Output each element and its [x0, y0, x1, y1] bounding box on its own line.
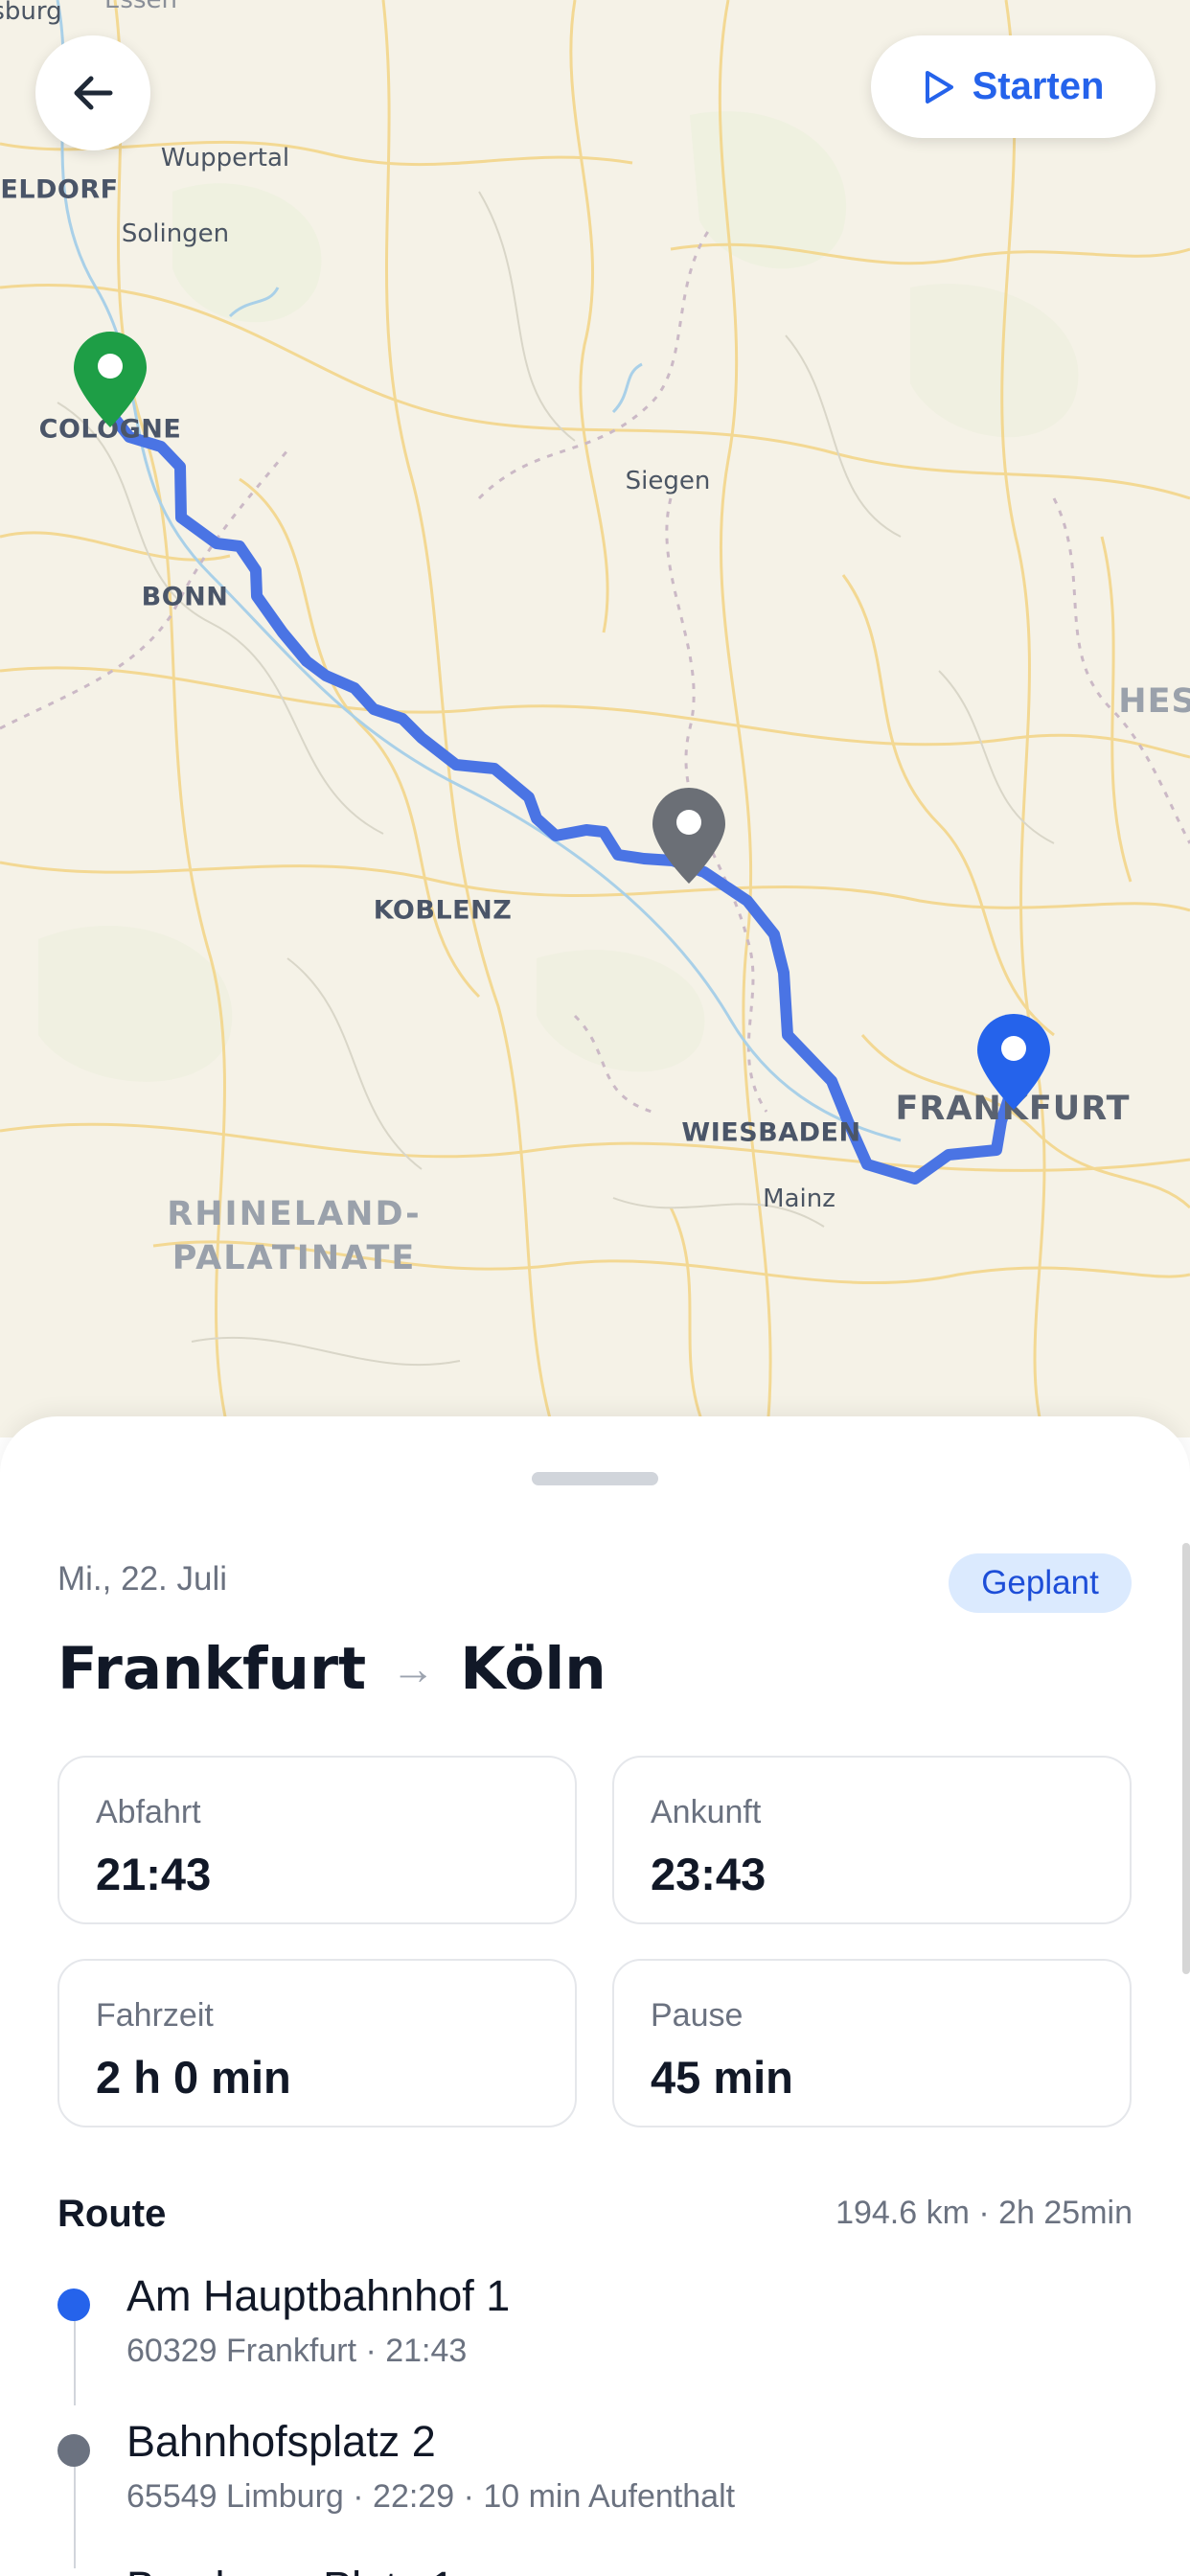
- route-line: [105, 408, 1021, 1184]
- sheet-drag-handle[interactable]: [532, 1472, 658, 1485]
- map-label-solingen: Solingen: [121, 219, 230, 248]
- map-label-hessen: HES: [1118, 682, 1190, 721]
- departure-label: Abfahrt: [96, 1794, 201, 1830]
- map-label-koblenz: KOBLENZ: [373, 895, 513, 926]
- departure-value: 21:43: [96, 1849, 212, 1899]
- duration-value: 2 h 0 min: [96, 2052, 291, 2103]
- pause-value: 45 min: [651, 2052, 793, 2103]
- map-label-rhineland-palatinate: RHINELAND- PALATINATE: [167, 1195, 422, 1277]
- arrival-label: Ankunft: [651, 1794, 762, 1830]
- start-pin-icon[interactable]: [72, 330, 149, 429]
- map-label-mainz: Mainz: [763, 1184, 835, 1213]
- trip-title: Frankfurt → Köln: [57, 1625, 606, 1712]
- duration-card: Fahrzeit 2 h 0 min: [57, 1959, 577, 2128]
- arrival-value: 23:43: [651, 1849, 767, 1899]
- route-stop-item[interactable]: Bahnhofsplatz 2 65549 Limburg · 22:29 · …: [57, 2417, 1131, 2532]
- stop-name: Bahnhofsplatz 2: [126, 2417, 436, 2466]
- stop-dot-icon: [57, 2434, 90, 2467]
- play-icon: [925, 70, 953, 104]
- stop-pin-icon[interactable]: [651, 786, 727, 886]
- start-button-label: Starten: [972, 65, 1105, 107]
- map-label-bonn: BONN: [141, 582, 229, 612]
- arrow-left-icon: [74, 76, 113, 110]
- pause-card: Pause 45 min: [612, 1959, 1132, 2128]
- scrollbar[interactable]: [1182, 1543, 1190, 1974]
- end-pin-icon[interactable]: [975, 1012, 1052, 1112]
- stop-details: 65549 Limburg · 22:29 · 10 min Aufenthal…: [126, 2478, 736, 2515]
- trip-destination: Köln: [460, 1634, 606, 1703]
- start-navigation-button[interactable]: Starten: [871, 35, 1156, 138]
- route-heading: Route: [57, 2193, 167, 2235]
- map-label-duisburg: sburg: [0, 0, 62, 26]
- map-label-essen: Essen: [104, 0, 177, 14]
- map-label-duesseldorf: ELDORF: [0, 174, 119, 205]
- arrow-right-icon: →: [391, 1644, 436, 1693]
- stop-name: Am Hauptbahnhof 1: [126, 2271, 511, 2320]
- stop-details: 60329 Frankfurt · 21:43: [126, 2333, 468, 2369]
- route-stop-item[interactable]: Breslauer Platz 1: [57, 2563, 1131, 2576]
- route-stop-item[interactable]: Am Hauptbahnhof 1 60329 Frankfurt · 21:4…: [57, 2271, 1131, 2386]
- duration-label: Fahrzeit: [96, 1997, 214, 2034]
- route-summary: 194.6 km · 2h 25min: [835, 2195, 1133, 2231]
- arrival-card: Ankunft 23:43: [612, 1756, 1132, 1924]
- map-view[interactable]: sburg Essen ELDORF Wuppertal Solingen CO…: [0, 0, 1190, 1438]
- pause-label: Pause: [651, 1997, 744, 2034]
- trip-details-sheet[interactable]: Mi., 22. Juli Geplant Frankfurt → Köln A…: [0, 1416, 1190, 2576]
- trip-origin: Frankfurt: [57, 1634, 367, 1703]
- departure-card: Abfahrt 21:43: [57, 1756, 577, 1924]
- trip-date: Mi., 22. Juli: [57, 1560, 227, 1598]
- back-button[interactable]: [35, 35, 150, 150]
- map-label-wuppertal: Wuppertal: [160, 144, 290, 172]
- map-label-wiesbaden: WIESBADEN: [681, 1117, 861, 1148]
- status-badge: Geplant: [949, 1553, 1132, 1613]
- stop-dot-icon: [57, 2288, 90, 2321]
- map-label-siegen: Siegen: [625, 467, 711, 495]
- stop-name: Breslauer Platz 1: [126, 2563, 455, 2576]
